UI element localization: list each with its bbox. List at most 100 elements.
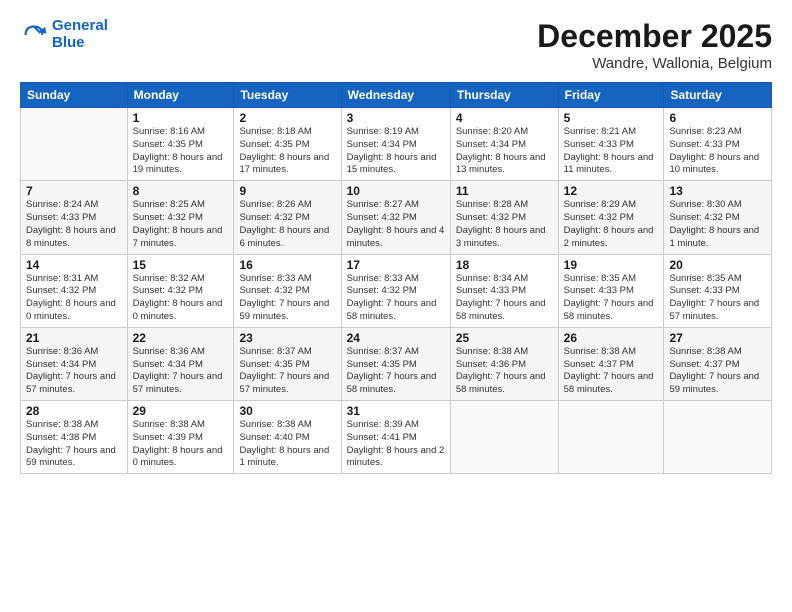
day-cell: 21Sunrise: 8:36 AM Sunset: 4:34 PM Dayli…: [21, 327, 128, 400]
day-number: 17: [347, 258, 445, 272]
weekday-header-monday: Monday: [127, 83, 234, 108]
day-cell: 11Sunrise: 8:28 AM Sunset: 4:32 PM Dayli…: [450, 181, 558, 254]
day-info: Sunrise: 8:39 AM Sunset: 4:41 PM Dayligh…: [347, 419, 445, 470]
day-info: Sunrise: 8:38 AM Sunset: 4:37 PM Dayligh…: [669, 346, 766, 397]
weekday-header-tuesday: Tuesday: [234, 83, 341, 108]
day-number: 1: [133, 111, 229, 125]
day-number: 21: [26, 331, 122, 345]
day-number: 14: [26, 258, 122, 272]
day-info: Sunrise: 8:38 AM Sunset: 4:39 PM Dayligh…: [133, 419, 229, 470]
day-cell: 15Sunrise: 8:32 AM Sunset: 4:32 PM Dayli…: [127, 254, 234, 327]
day-cell: 30Sunrise: 8:38 AM Sunset: 4:40 PM Dayli…: [234, 401, 341, 474]
day-cell: 1Sunrise: 8:16 AM Sunset: 4:35 PM Daylig…: [127, 108, 234, 181]
day-number: 6: [669, 111, 766, 125]
day-number: 27: [669, 331, 766, 345]
location-title: Wandre, Wallonia, Belgium: [537, 55, 772, 72]
day-number: 5: [564, 111, 659, 125]
weekday-header-friday: Friday: [558, 83, 664, 108]
day-info: Sunrise: 8:23 AM Sunset: 4:33 PM Dayligh…: [669, 126, 766, 177]
day-info: Sunrise: 8:30 AM Sunset: 4:32 PM Dayligh…: [669, 199, 766, 250]
logo-text: General Blue: [52, 18, 108, 51]
week-row-2: 7Sunrise: 8:24 AM Sunset: 4:33 PM Daylig…: [21, 181, 772, 254]
week-row-1: 1Sunrise: 8:16 AM Sunset: 4:35 PM Daylig…: [21, 108, 772, 181]
day-cell: 25Sunrise: 8:38 AM Sunset: 4:36 PM Dayli…: [450, 327, 558, 400]
day-cell: 27Sunrise: 8:38 AM Sunset: 4:37 PM Dayli…: [664, 327, 772, 400]
day-info: Sunrise: 8:21 AM Sunset: 4:33 PM Dayligh…: [564, 126, 659, 177]
calendar: SundayMondayTuesdayWednesdayThursdayFrid…: [20, 82, 772, 474]
day-cell: 17Sunrise: 8:33 AM Sunset: 4:32 PM Dayli…: [341, 254, 450, 327]
day-cell: 26Sunrise: 8:38 AM Sunset: 4:37 PM Dayli…: [558, 327, 664, 400]
day-info: Sunrise: 8:38 AM Sunset: 4:38 PM Dayligh…: [26, 419, 122, 470]
day-number: 22: [133, 331, 229, 345]
day-info: Sunrise: 8:36 AM Sunset: 4:34 PM Dayligh…: [133, 346, 229, 397]
weekday-header-sunday: Sunday: [21, 83, 128, 108]
day-number: 18: [456, 258, 553, 272]
day-number: 2: [239, 111, 335, 125]
day-number: 11: [456, 184, 553, 198]
day-info: Sunrise: 8:37 AM Sunset: 4:35 PM Dayligh…: [347, 346, 445, 397]
day-number: 12: [564, 184, 659, 198]
weekday-header-wednesday: Wednesday: [341, 83, 450, 108]
day-cell: 23Sunrise: 8:37 AM Sunset: 4:35 PM Dayli…: [234, 327, 341, 400]
day-info: Sunrise: 8:38 AM Sunset: 4:37 PM Dayligh…: [564, 346, 659, 397]
day-cell: 28Sunrise: 8:38 AM Sunset: 4:38 PM Dayli…: [21, 401, 128, 474]
day-info: Sunrise: 8:36 AM Sunset: 4:34 PM Dayligh…: [26, 346, 122, 397]
day-cell: 2Sunrise: 8:18 AM Sunset: 4:35 PM Daylig…: [234, 108, 341, 181]
day-number: 30: [239, 404, 335, 418]
month-title: December 2025: [537, 18, 772, 55]
day-info: Sunrise: 8:16 AM Sunset: 4:35 PM Dayligh…: [133, 126, 229, 177]
day-info: Sunrise: 8:38 AM Sunset: 4:40 PM Dayligh…: [239, 419, 335, 470]
day-cell: 4Sunrise: 8:20 AM Sunset: 4:34 PM Daylig…: [450, 108, 558, 181]
day-cell: 3Sunrise: 8:19 AM Sunset: 4:34 PM Daylig…: [341, 108, 450, 181]
day-number: 4: [456, 111, 553, 125]
weekday-header-thursday: Thursday: [450, 83, 558, 108]
day-number: 24: [347, 331, 445, 345]
day-info: Sunrise: 8:19 AM Sunset: 4:34 PM Dayligh…: [347, 126, 445, 177]
day-cell: 16Sunrise: 8:33 AM Sunset: 4:32 PM Dayli…: [234, 254, 341, 327]
weekday-header-row: SundayMondayTuesdayWednesdayThursdayFrid…: [21, 83, 772, 108]
day-info: Sunrise: 8:25 AM Sunset: 4:32 PM Dayligh…: [133, 199, 229, 250]
day-info: Sunrise: 8:24 AM Sunset: 4:33 PM Dayligh…: [26, 199, 122, 250]
day-info: Sunrise: 8:35 AM Sunset: 4:33 PM Dayligh…: [564, 273, 659, 324]
day-info: Sunrise: 8:34 AM Sunset: 4:33 PM Dayligh…: [456, 273, 553, 324]
day-info: Sunrise: 8:33 AM Sunset: 4:32 PM Dayligh…: [347, 273, 445, 324]
day-cell: 19Sunrise: 8:35 AM Sunset: 4:33 PM Dayli…: [558, 254, 664, 327]
day-number: 26: [564, 331, 659, 345]
week-row-4: 21Sunrise: 8:36 AM Sunset: 4:34 PM Dayli…: [21, 327, 772, 400]
day-cell: [450, 401, 558, 474]
day-info: Sunrise: 8:28 AM Sunset: 4:32 PM Dayligh…: [456, 199, 553, 250]
day-number: 16: [239, 258, 335, 272]
day-number: 3: [347, 111, 445, 125]
day-info: Sunrise: 8:31 AM Sunset: 4:32 PM Dayligh…: [26, 273, 122, 324]
day-number: 29: [133, 404, 229, 418]
day-info: Sunrise: 8:33 AM Sunset: 4:32 PM Dayligh…: [239, 273, 335, 324]
day-cell: 18Sunrise: 8:34 AM Sunset: 4:33 PM Dayli…: [450, 254, 558, 327]
day-cell: 5Sunrise: 8:21 AM Sunset: 4:33 PM Daylig…: [558, 108, 664, 181]
day-number: 7: [26, 184, 122, 198]
day-cell: 29Sunrise: 8:38 AM Sunset: 4:39 PM Dayli…: [127, 401, 234, 474]
day-cell: 10Sunrise: 8:27 AM Sunset: 4:32 PM Dayli…: [341, 181, 450, 254]
day-cell: 20Sunrise: 8:35 AM Sunset: 4:33 PM Dayli…: [664, 254, 772, 327]
day-info: Sunrise: 8:37 AM Sunset: 4:35 PM Dayligh…: [239, 346, 335, 397]
day-number: 9: [239, 184, 335, 198]
day-cell: 31Sunrise: 8:39 AM Sunset: 4:41 PM Dayli…: [341, 401, 450, 474]
week-row-5: 28Sunrise: 8:38 AM Sunset: 4:38 PM Dayli…: [21, 401, 772, 474]
day-info: Sunrise: 8:35 AM Sunset: 4:33 PM Dayligh…: [669, 273, 766, 324]
day-number: 10: [347, 184, 445, 198]
day-number: 19: [564, 258, 659, 272]
title-area: December 2025 Wandre, Wallonia, Belgium: [537, 18, 772, 72]
day-cell: 13Sunrise: 8:30 AM Sunset: 4:32 PM Dayli…: [664, 181, 772, 254]
day-number: 28: [26, 404, 122, 418]
day-info: Sunrise: 8:27 AM Sunset: 4:32 PM Dayligh…: [347, 199, 445, 250]
day-cell: 22Sunrise: 8:36 AM Sunset: 4:34 PM Dayli…: [127, 327, 234, 400]
day-info: Sunrise: 8:26 AM Sunset: 4:32 PM Dayligh…: [239, 199, 335, 250]
day-cell: 8Sunrise: 8:25 AM Sunset: 4:32 PM Daylig…: [127, 181, 234, 254]
day-number: 15: [133, 258, 229, 272]
logo-icon: [20, 21, 48, 49]
day-info: Sunrise: 8:29 AM Sunset: 4:32 PM Dayligh…: [564, 199, 659, 250]
day-cell: [664, 401, 772, 474]
day-cell: [558, 401, 664, 474]
day-number: 31: [347, 404, 445, 418]
day-cell: 9Sunrise: 8:26 AM Sunset: 4:32 PM Daylig…: [234, 181, 341, 254]
week-row-3: 14Sunrise: 8:31 AM Sunset: 4:32 PM Dayli…: [21, 254, 772, 327]
